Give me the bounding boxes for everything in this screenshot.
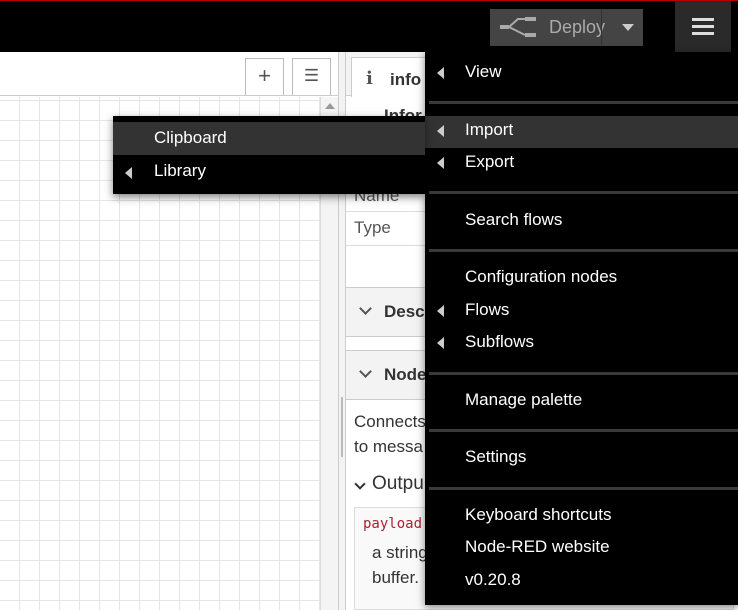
submenu-arrow-icon bbox=[437, 337, 444, 349]
menu-item-search-flows[interactable]: Search flows bbox=[425, 206, 738, 238]
main-menu-dropdown: View Import Export Search flows Configur… bbox=[425, 52, 738, 605]
submenu-arrow-icon bbox=[437, 67, 444, 79]
menu-item-node-red-website-label: Node-RED website bbox=[465, 537, 610, 556]
deploy-divider bbox=[601, 9, 602, 46]
add-flow-button[interactable]: + bbox=[245, 58, 284, 95]
menu-item-view[interactable]: View bbox=[425, 58, 738, 90]
menu-item-import-label: Import bbox=[465, 120, 514, 139]
menu-item-export[interactable]: Export bbox=[425, 148, 738, 180]
list-flows-button[interactable]: ☰ bbox=[292, 58, 331, 95]
submenu-arrow-icon bbox=[437, 157, 444, 169]
chevron-down-icon bbox=[359, 302, 372, 315]
menu-item-flows-label: Flows bbox=[465, 300, 510, 319]
output-description-line-1: a string bbox=[372, 543, 428, 562]
menu-item-flows[interactable]: Flows bbox=[425, 296, 738, 328]
menu-divider bbox=[429, 191, 738, 194]
submenu-item-library[interactable]: Library bbox=[113, 155, 425, 188]
menu-item-manage-palette-label: Manage palette bbox=[465, 390, 583, 409]
hamburger-icon bbox=[692, 18, 714, 21]
app-header: Deploy bbox=[0, 0, 738, 52]
menu-item-subflows-label: Subflows bbox=[465, 332, 534, 351]
submenu-item-clipboard-label: Clipboard bbox=[154, 128, 227, 147]
menu-item-keyboard-shortcuts-label: Keyboard shortcuts bbox=[465, 505, 612, 524]
main-menu-button[interactable] bbox=[675, 1, 731, 52]
menu-item-import[interactable]: Import bbox=[425, 116, 738, 148]
help-text-line-1: Connects bbox=[354, 412, 426, 431]
deploy-button[interactable]: Deploy bbox=[490, 9, 643, 46]
menu-divider bbox=[429, 249, 738, 252]
menu-item-settings[interactable]: Settings bbox=[425, 443, 738, 475]
type-label: Type bbox=[354, 218, 391, 237]
submenu-arrow-icon bbox=[125, 167, 132, 179]
menu-item-settings-label: Settings bbox=[465, 447, 527, 466]
menu-divider bbox=[429, 429, 738, 432]
menu-divider bbox=[429, 487, 738, 490]
menu-item-view-label: View bbox=[465, 62, 502, 81]
submenu-item-clipboard[interactable]: Clipboard bbox=[113, 122, 425, 155]
menu-item-configuration-nodes[interactable]: Configuration nodes bbox=[425, 263, 738, 295]
menu-item-subflows[interactable]: Subflows bbox=[425, 328, 738, 360]
section-node-help-title: Node bbox=[384, 365, 427, 384]
menu-divider bbox=[429, 372, 738, 375]
submenu-arrow-icon bbox=[437, 125, 444, 137]
scroll-up-arrow-icon[interactable] bbox=[325, 103, 335, 109]
chevron-down-icon bbox=[354, 478, 366, 490]
output-description-line-2: buffer. bbox=[372, 568, 419, 587]
submenu-arrow-icon bbox=[437, 305, 444, 317]
menu-item-configuration-nodes-label: Configuration nodes bbox=[465, 267, 618, 286]
deploy-flow-icon bbox=[500, 17, 536, 37]
tab-info-label: info bbox=[390, 70, 422, 89]
outputs-heading: Outpu bbox=[372, 473, 424, 494]
output-property-name: payload bbox=[363, 516, 423, 532]
info-icon: i bbox=[366, 68, 373, 89]
deploy-options-caret-icon[interactable] bbox=[622, 24, 634, 31]
deploy-label: Deploy bbox=[549, 17, 606, 37]
menu-divider bbox=[429, 101, 738, 104]
menu-item-export-label: Export bbox=[465, 152, 515, 171]
workspace-tab-bar: + ☰ bbox=[0, 52, 338, 96]
submenu-item-library-label: Library bbox=[154, 161, 206, 180]
resize-grip[interactable] bbox=[341, 397, 343, 457]
menu-item-manage-palette[interactable]: Manage palette bbox=[425, 386, 738, 418]
menu-item-keyboard-shortcuts[interactable]: Keyboard shortcuts bbox=[425, 501, 738, 533]
section-description-title: Desc bbox=[384, 302, 425, 321]
menu-item-version: v0.20.8 bbox=[425, 566, 738, 598]
import-submenu: Clipboard Library bbox=[113, 116, 425, 194]
help-text-line-2: to messa bbox=[354, 437, 423, 456]
chevron-down-icon bbox=[359, 365, 372, 378]
menu-item-search-flows-label: Search flows bbox=[465, 210, 563, 229]
version-label: v0.20.8 bbox=[465, 570, 521, 589]
menu-item-node-red-website[interactable]: Node-RED website bbox=[425, 533, 738, 565]
